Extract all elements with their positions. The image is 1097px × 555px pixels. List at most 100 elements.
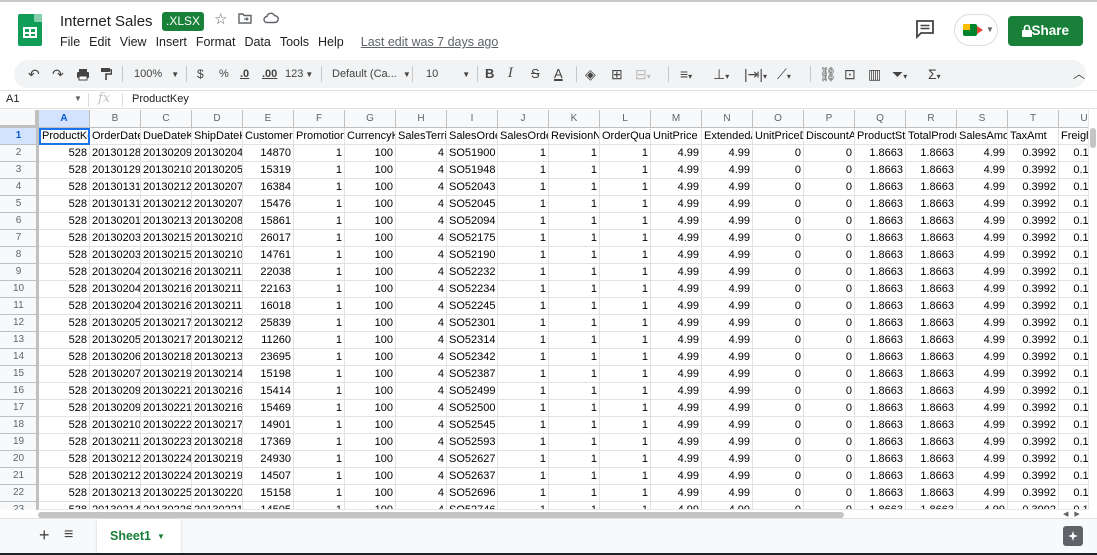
table-cell[interactable]: 4.99 (957, 162, 1008, 179)
name-box[interactable]: A1 (6, 93, 19, 105)
insert-comment-icon[interactable]: ⊡ (844, 60, 856, 88)
paint-format-icon[interactable] (100, 60, 113, 88)
table-cell[interactable]: 20130210 (192, 230, 243, 247)
table-cell[interactable]: 4.99 (702, 434, 753, 451)
table-cell[interactable]: 1 (549, 468, 600, 485)
table-cell[interactable]: 1 (294, 485, 345, 502)
column-header-o[interactable]: O (753, 110, 804, 128)
table-cell[interactable]: 1.8663 (906, 383, 957, 400)
table-cell[interactable]: 1.8663 (855, 298, 906, 315)
table-cell[interactable]: 0 (753, 145, 804, 162)
merge-cells-icon[interactable]: ⊟▾ (635, 60, 651, 88)
table-cell[interactable]: SO52593 (447, 434, 498, 451)
table-cell[interactable]: 4.99 (702, 315, 753, 332)
table-cell[interactable]: 0 (753, 230, 804, 247)
table-cell[interactable]: 0.1248 (1059, 298, 1088, 315)
filter-icon[interactable]: ⏷▾ (892, 60, 907, 88)
table-cell[interactable]: 20130216 (141, 281, 192, 298)
table-cell[interactable]: 528 (39, 383, 90, 400)
table-cell[interactable]: 0 (753, 349, 804, 366)
table-cell[interactable]: 20130205 (192, 162, 243, 179)
table-cell[interactable]: 1 (294, 349, 345, 366)
table-cell[interactable]: 1.8663 (855, 179, 906, 196)
table-cell[interactable]: 4.99 (957, 417, 1008, 434)
table-cell[interactable]: 528 (39, 264, 90, 281)
table-cell[interactable]: 0.3992 (1008, 366, 1059, 383)
table-cell[interactable]: 4.99 (957, 366, 1008, 383)
table-cell[interactable]: 0 (804, 468, 855, 485)
table-cell[interactable]: 1 (294, 315, 345, 332)
column-header-p[interactable]: P (804, 110, 855, 128)
table-cell[interactable]: 20130207 (192, 179, 243, 196)
header-cell[interactable]: UnitPrice (651, 128, 702, 145)
table-cell[interactable]: 1 (600, 417, 651, 434)
table-cell[interactable]: 1 (294, 383, 345, 400)
table-cell[interactable]: 528 (39, 145, 90, 162)
table-cell[interactable]: SO52499 (447, 383, 498, 400)
table-cell[interactable]: 0 (753, 196, 804, 213)
table-cell[interactable]: 20130207 (90, 366, 141, 383)
row-header[interactable]: 3 (0, 162, 38, 179)
table-cell[interactable]: 0.3992 (1008, 264, 1059, 281)
table-cell[interactable]: 20130203 (90, 247, 141, 264)
table-cell[interactable]: 4.99 (651, 230, 702, 247)
table-cell[interactable]: 0 (804, 145, 855, 162)
table-cell[interactable]: 1.8663 (855, 366, 906, 383)
decrease-decimal-button[interactable]: .0 (240, 60, 249, 88)
column-header-m[interactable]: M (651, 110, 702, 128)
table-cell[interactable]: 0.1248 (1059, 468, 1088, 485)
more-formats-button[interactable]: 123 ▼ (285, 60, 313, 88)
table-cell[interactable]: 0.1248 (1059, 485, 1088, 502)
column-header-u[interactable]: U (1059, 110, 1088, 128)
table-cell[interactable]: 528 (39, 230, 90, 247)
row-header[interactable]: 9 (0, 264, 38, 281)
table-cell[interactable]: 1.8663 (855, 451, 906, 468)
table-cell[interactable]: 4.99 (702, 383, 753, 400)
table-cell[interactable]: 20130221 (141, 383, 192, 400)
table-cell[interactable]: 0 (753, 485, 804, 502)
table-cell[interactable]: 1.8663 (855, 434, 906, 451)
header-cell[interactable]: CustomerKey (243, 128, 294, 145)
table-cell[interactable]: 1 (549, 247, 600, 264)
table-cell[interactable]: 0.3992 (1008, 145, 1059, 162)
table-cell[interactable]: 0.1248 (1059, 400, 1088, 417)
table-cell[interactable]: 4 (396, 332, 447, 349)
table-cell[interactable]: 1 (549, 366, 600, 383)
table-cell[interactable]: 0.1248 (1059, 179, 1088, 196)
table-cell[interactable]: 1 (600, 230, 651, 247)
row-header[interactable]: 6 (0, 213, 38, 230)
table-cell[interactable]: SO52301 (447, 315, 498, 332)
table-cell[interactable]: 1 (600, 162, 651, 179)
table-cell[interactable]: 1 (600, 468, 651, 485)
table-cell[interactable]: 4.99 (702, 162, 753, 179)
table-cell[interactable]: 0.1248 (1059, 196, 1088, 213)
table-cell[interactable]: 20130201 (90, 213, 141, 230)
table-cell[interactable]: 0.1248 (1059, 264, 1088, 281)
row-header[interactable]: 20 (0, 451, 38, 468)
table-cell[interactable]: 4 (396, 281, 447, 298)
table-cell[interactable]: 20130203 (90, 230, 141, 247)
table-cell[interactable]: 1 (549, 485, 600, 502)
table-cell[interactable]: 1 (294, 417, 345, 434)
table-cell[interactable]: 1.8663 (906, 349, 957, 366)
table-cell[interactable]: 0 (753, 400, 804, 417)
table-cell[interactable]: 4 (396, 298, 447, 315)
table-cell[interactable]: 0 (753, 298, 804, 315)
table-cell[interactable]: 1.8663 (855, 196, 906, 213)
table-cell[interactable]: 1 (294, 298, 345, 315)
table-cell[interactable]: 1 (294, 366, 345, 383)
table-cell[interactable]: 0.3992 (1008, 468, 1059, 485)
table-cell[interactable]: 20130131 (90, 196, 141, 213)
table-cell[interactable]: 0.3992 (1008, 281, 1059, 298)
table-cell[interactable]: 4 (396, 383, 447, 400)
table-cell[interactable]: 20130224 (141, 451, 192, 468)
row-header[interactable]: 1 (0, 128, 38, 145)
scroll-arrows-icon[interactable]: ◀▶ (1063, 510, 1086, 518)
table-cell[interactable]: 0 (753, 383, 804, 400)
table-cell[interactable]: 1.8663 (906, 400, 957, 417)
table-cell[interactable]: 1 (294, 468, 345, 485)
table-cell[interactable]: 1 (498, 417, 549, 434)
table-cell[interactable]: 20130222 (141, 417, 192, 434)
table-cell[interactable]: 0 (753, 434, 804, 451)
table-cell[interactable]: 0.3992 (1008, 315, 1059, 332)
